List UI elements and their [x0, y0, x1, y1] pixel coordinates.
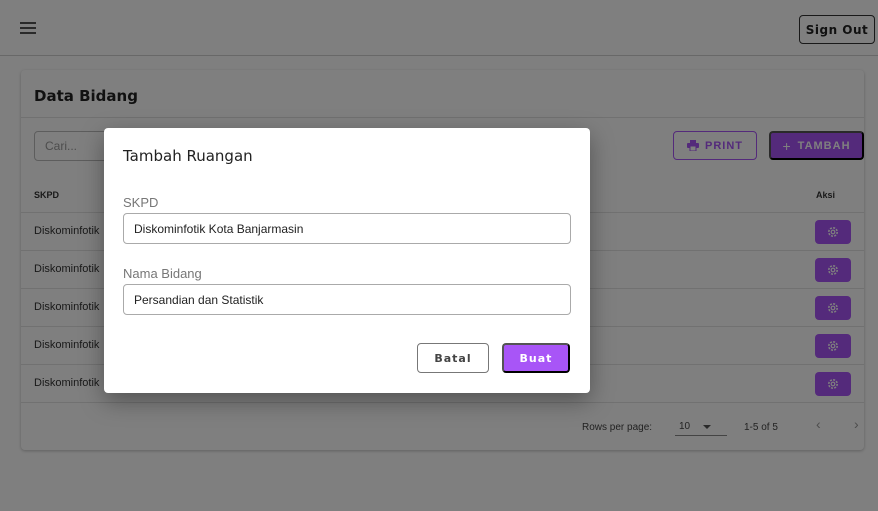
- nama-bidang-field-label: Nama Bidang: [123, 266, 202, 281]
- cancel-button[interactable]: Batal: [417, 343, 489, 373]
- tambah-ruangan-dialog: Tambah Ruangan SKPD Nama Bidang Batal Bu…: [104, 128, 590, 393]
- submit-button[interactable]: Buat: [502, 343, 570, 373]
- nama-bidang-field[interactable]: [123, 284, 571, 315]
- skpd-field[interactable]: [123, 213, 571, 244]
- skpd-field-label: SKPD: [123, 195, 159, 210]
- dialog-title: Tambah Ruangan: [123, 147, 253, 165]
